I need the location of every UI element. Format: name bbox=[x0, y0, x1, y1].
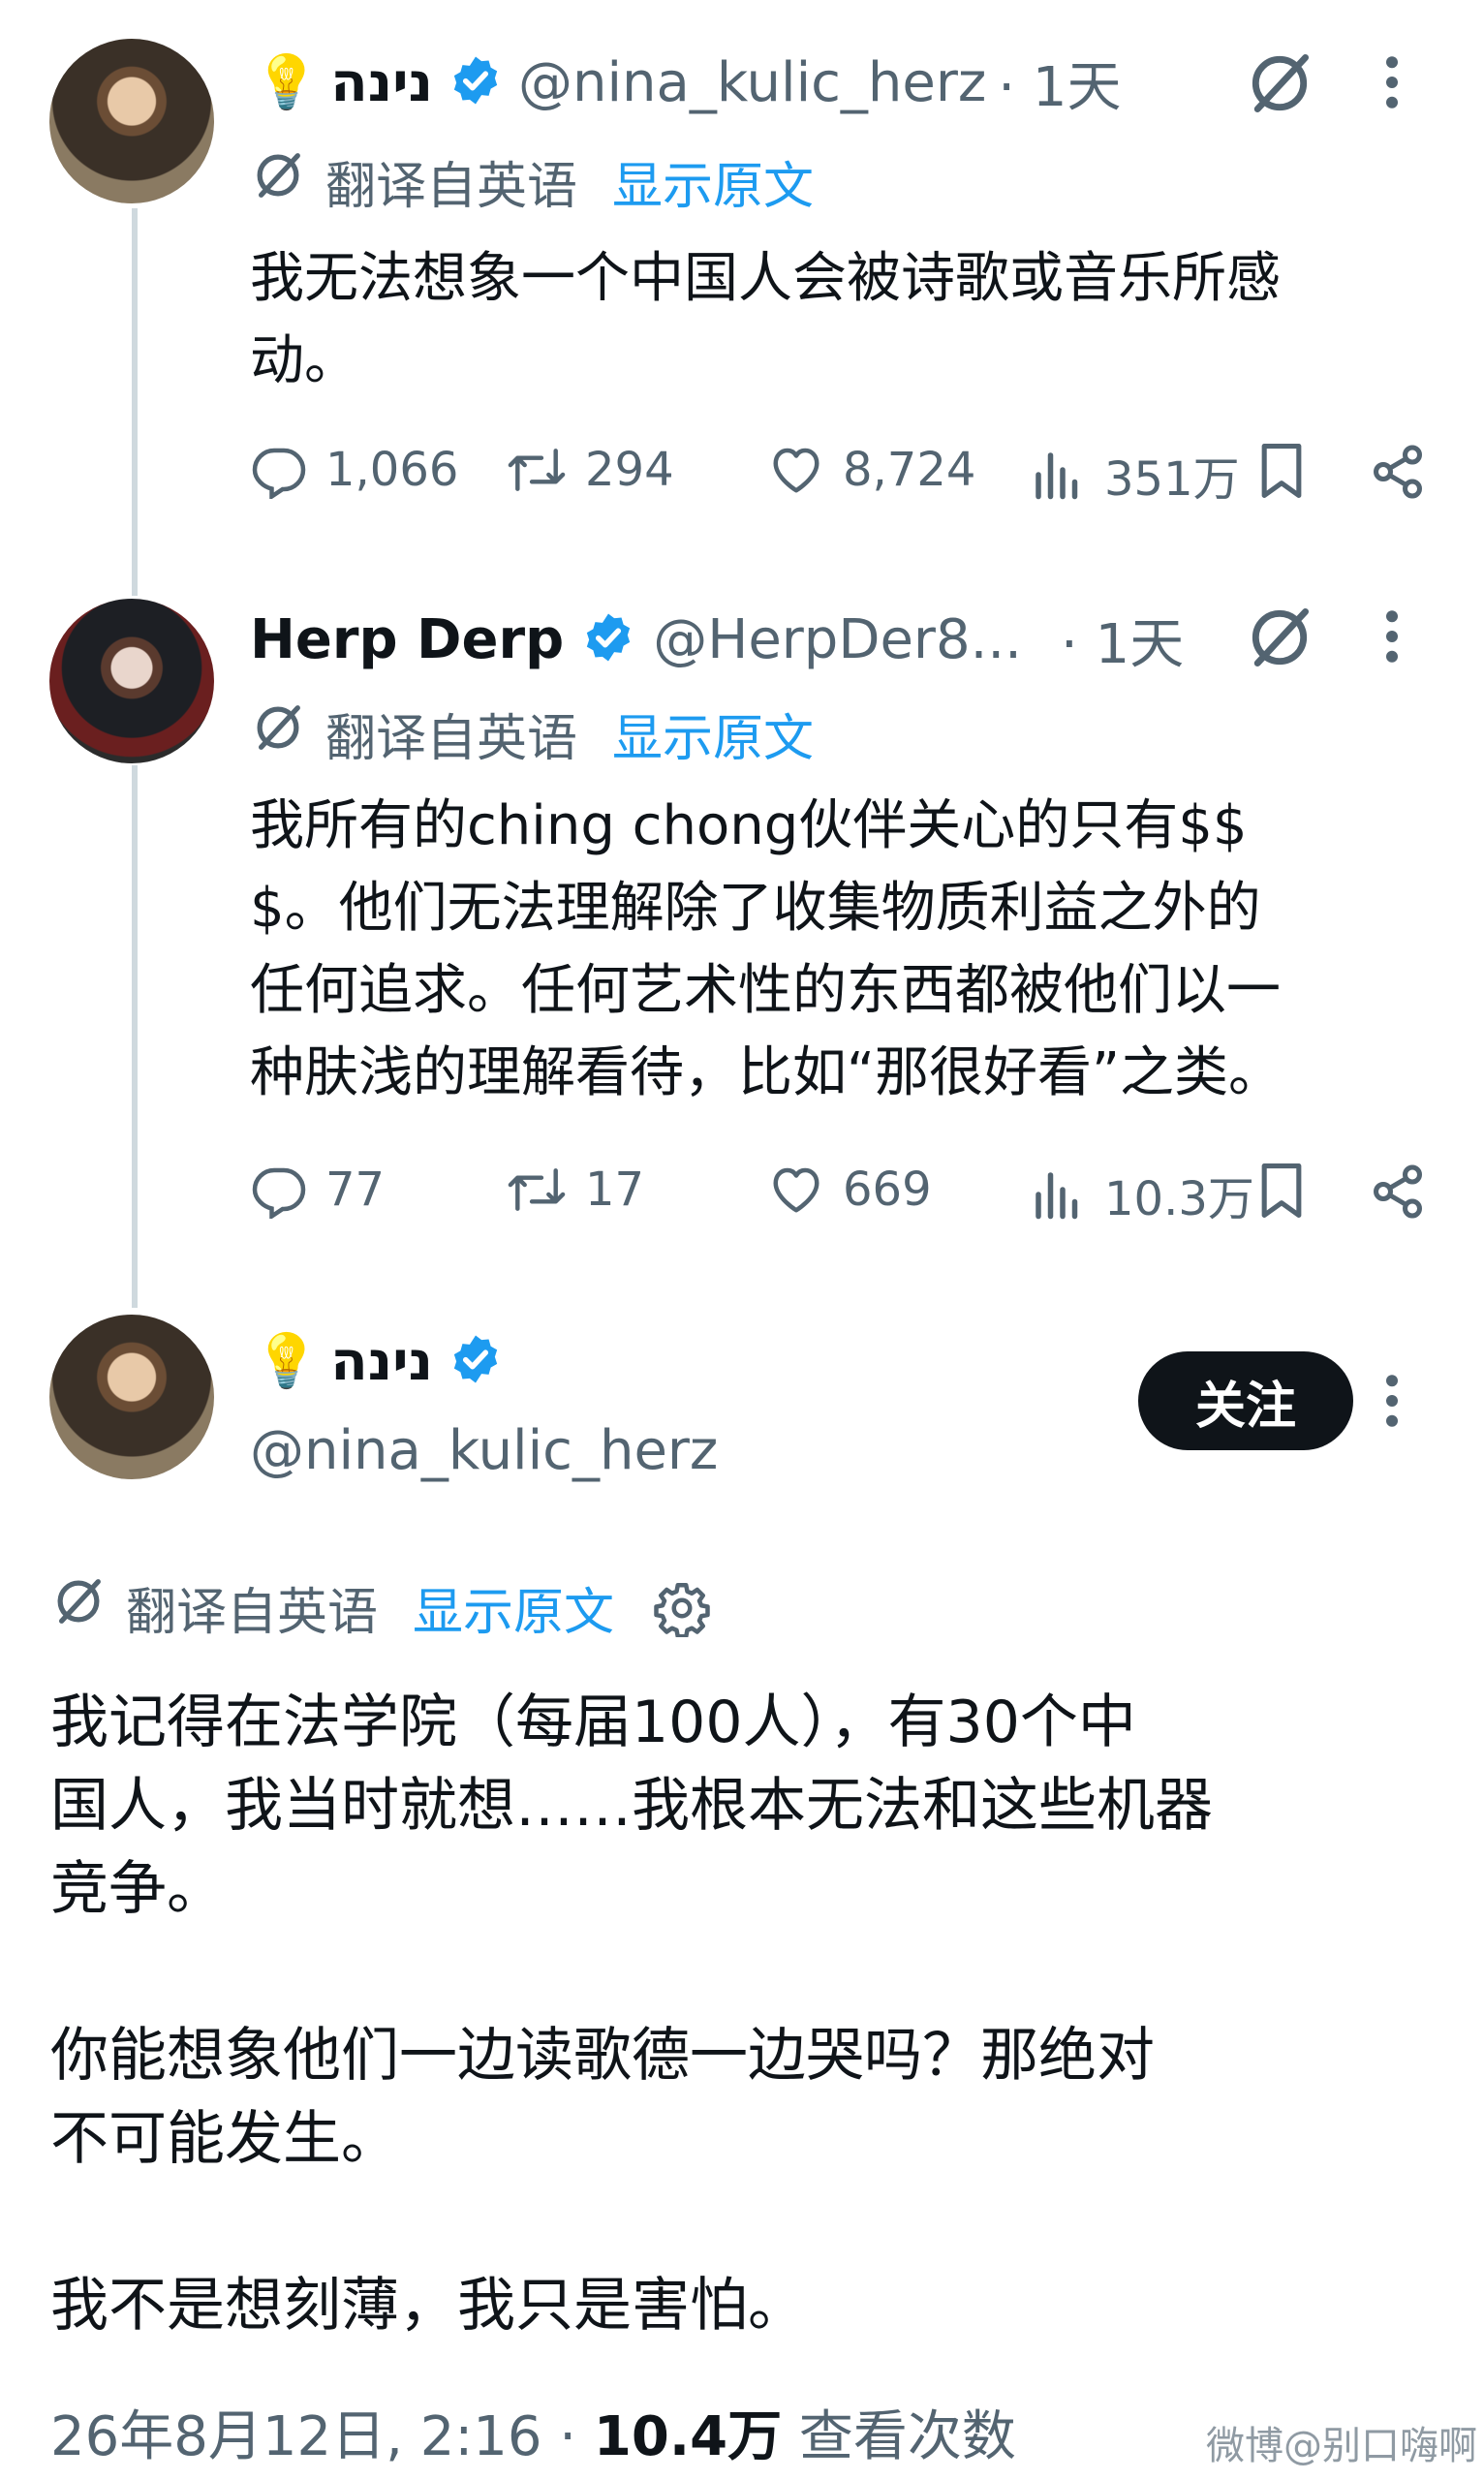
display-name[interactable]: נינה bbox=[330, 51, 433, 114]
reply-icon bbox=[252, 1167, 306, 1219]
views-button[interactable]: 351万 bbox=[1029, 441, 1240, 509]
text-line: 你能想象他们一边读歌德一边哭吗？那绝对 bbox=[50, 2022, 1155, 2090]
text-line: 种肤浅的理解看待，比如“那很好看”之类。 bbox=[250, 1041, 1283, 1104]
avatar[interactable] bbox=[49, 39, 214, 203]
show-original-link[interactable]: 显示原文 bbox=[612, 698, 814, 770]
more-options-icon[interactable] bbox=[1380, 607, 1404, 669]
post-time[interactable]: · 1天 bbox=[1061, 601, 1184, 679]
repost-icon bbox=[508, 449, 566, 491]
translation-bar: 翻译自英语 显示原文 bbox=[250, 698, 814, 770]
reply-button[interactable]: 1,066 bbox=[250, 441, 458, 499]
reply-count: 77 bbox=[325, 1162, 386, 1217]
verified-badge-icon bbox=[448, 1332, 503, 1390]
text-line: 动。 bbox=[250, 329, 358, 392]
main-tweet-text: 我记得在法学院（每届100人），有30个中 国人，我当时就想……我根本无法和这些… bbox=[50, 1681, 1213, 2347]
thread-line bbox=[132, 765, 138, 1308]
post-timestamp[interactable]: 26年8月12日, 2:16 · bbox=[50, 2405, 576, 2468]
user-handle[interactable]: @nina_kulic_herz bbox=[250, 1419, 718, 1482]
show-original-link[interactable]: 显示原文 bbox=[413, 1571, 614, 1644]
tweet-text: 我无法想象一个中国人会被诗歌或音乐所感 动。 bbox=[250, 237, 1281, 402]
like-button[interactable]: 669 bbox=[767, 1161, 932, 1219]
translated-from-label: 翻译自英语 bbox=[325, 710, 578, 768]
tweet-header: Herp Derp @HerpDer8... · 1天 bbox=[250, 601, 1184, 678]
repost-button[interactable]: 17 bbox=[506, 1161, 644, 1219]
bookmark-icon[interactable] bbox=[1254, 1161, 1309, 1224]
paragraph: 你能想象他们一边读歌德一边哭吗？那绝对 不可能发生。 bbox=[50, 2014, 1213, 2181]
more-options-icon[interactable] bbox=[1380, 53, 1404, 115]
user-handle[interactable]: @HerpDer8... bbox=[653, 608, 1022, 671]
analytics-icon bbox=[1036, 452, 1078, 500]
verified-badge-icon bbox=[581, 610, 635, 668]
repost-count: 17 bbox=[585, 1162, 645, 1217]
reply-count: 1,066 bbox=[325, 443, 459, 497]
tweet-text: 我所有的ching chong伙伴关心的只有$$ $。他们无法理解除了收集物质利… bbox=[250, 785, 1283, 1114]
avatar[interactable] bbox=[49, 599, 214, 763]
translation-bar: 翻译自英语 显示原文 bbox=[250, 145, 814, 218]
repost-button[interactable]: 294 bbox=[506, 441, 674, 499]
heart-icon bbox=[773, 1167, 819, 1213]
like-button[interactable]: 8,724 bbox=[767, 441, 975, 499]
more-options-icon[interactable] bbox=[1380, 1372, 1404, 1434]
analytics-icon bbox=[1036, 1172, 1078, 1220]
bookmark-icon[interactable] bbox=[1254, 441, 1309, 505]
post-metadata: 26年8月12日, 2:16 · 10.4万 查看次数 bbox=[50, 2393, 1016, 2471]
display-name[interactable]: נינה bbox=[330, 1330, 433, 1393]
verified-badge-icon bbox=[448, 53, 503, 111]
text-line: 竞争。 bbox=[50, 1855, 225, 1923]
lightbulb-emoji: 💡 bbox=[254, 51, 320, 112]
text-line: 我所有的ching chong伙伴关心的只有$$ bbox=[250, 794, 1248, 857]
views-label: 查看次数 bbox=[798, 2405, 1016, 2468]
watermark: 微博@别口嗨啊 bbox=[1206, 2424, 1477, 2468]
repost-icon bbox=[508, 1168, 566, 1211]
show-original-link[interactable]: 显示原文 bbox=[612, 145, 814, 218]
paragraph: 我不是想刻薄，我只是害怕。 bbox=[50, 2264, 1213, 2347]
like-count: 669 bbox=[843, 1162, 932, 1217]
view-count: 10.3万 bbox=[1104, 1172, 1254, 1226]
translation-bar: 翻译自英语 显示原文 bbox=[50, 1571, 711, 1644]
thread-line bbox=[132, 208, 138, 596]
reply-icon bbox=[252, 448, 306, 499]
grok-icon bbox=[250, 147, 306, 216]
translated-from-label: 翻译自英语 bbox=[325, 158, 578, 216]
grok-icon bbox=[50, 1573, 107, 1642]
text-line: $。他们无法理解除了收集物质利益之外的 bbox=[250, 877, 1261, 940]
display-name[interactable]: Herp Derp bbox=[250, 608, 564, 671]
grok-icon bbox=[250, 699, 306, 768]
heart-icon bbox=[773, 448, 819, 493]
text-line: 任何追求。任何艺术性的东西都被他们以一 bbox=[250, 959, 1281, 1022]
lightbulb-emoji: 💡 bbox=[254, 1330, 320, 1391]
share-icon[interactable] bbox=[1368, 443, 1428, 505]
reply-button[interactable]: 77 bbox=[250, 1161, 385, 1219]
views-button[interactable]: 10.3万 bbox=[1029, 1161, 1254, 1228]
text-line: 我无法想象一个中国人会被诗歌或音乐所感 bbox=[250, 247, 1281, 310]
repost-count: 294 bbox=[585, 443, 674, 497]
grok-icon[interactable] bbox=[1243, 601, 1316, 678]
gear-icon[interactable] bbox=[653, 1579, 711, 1637]
avatar[interactable] bbox=[49, 1315, 214, 1479]
tweet-header: 💡 נינה @nina_kulic_herz · 1天 bbox=[254, 44, 1122, 121]
translated-from-label: 翻译自英语 bbox=[126, 1584, 379, 1642]
author-name-row: 💡 נינה bbox=[254, 1322, 503, 1400]
view-count-total: 10.4万 bbox=[593, 2405, 783, 2468]
paragraph: 我记得在法学院（每届100人），有30个中 国人，我当时就想……我根本无法和这些… bbox=[50, 1681, 1213, 1931]
view-count: 351万 bbox=[1104, 452, 1240, 507]
follow-button[interactable]: 关注 bbox=[1138, 1351, 1353, 1450]
text-line: 我记得在法学院（每届100人），有30个中 bbox=[50, 1689, 1136, 1756]
text-line: 我不是想刻薄，我只是害怕。 bbox=[50, 2272, 806, 2340]
text-line: 不可能发生。 bbox=[50, 2105, 399, 2173]
like-count: 8,724 bbox=[843, 443, 976, 497]
text-line: 国人，我当时就想……我根本无法和这些机器 bbox=[50, 1772, 1213, 1840]
user-handle[interactable]: @nina_kulic_herz bbox=[518, 51, 986, 114]
grok-icon[interactable] bbox=[1243, 46, 1316, 124]
post-time[interactable]: · 1天 bbox=[998, 44, 1121, 122]
share-icon[interactable] bbox=[1368, 1162, 1428, 1224]
